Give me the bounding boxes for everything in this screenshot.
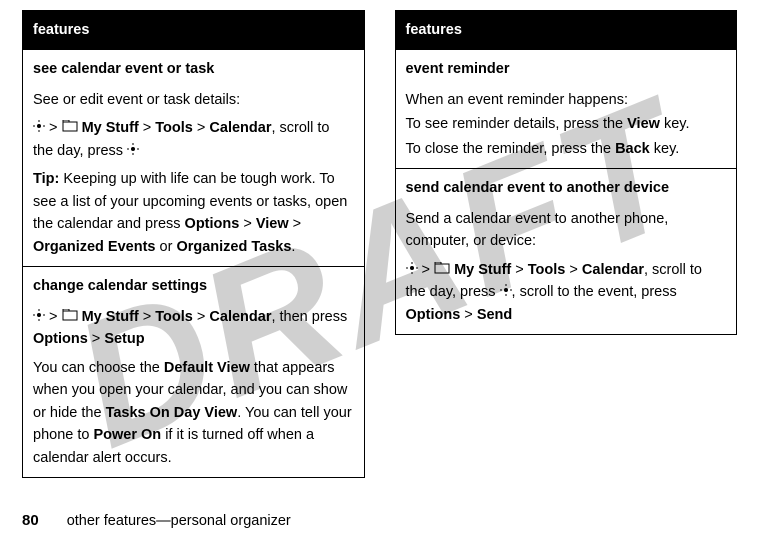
- nav-calendar: Calendar: [209, 309, 271, 325]
- body-text: See or edit event or task details:: [33, 89, 354, 111]
- right-column: features event reminder When an event re…: [395, 10, 738, 478]
- line2-post: key.: [660, 116, 690, 132]
- nav-text: >: [511, 262, 528, 278]
- nav-tools: Tools: [155, 120, 193, 136]
- body-text: To close the reminder, press the Back ke…: [406, 138, 727, 160]
- footer-text: other features—personal organizer: [67, 513, 291, 529]
- body-text: To see reminder details, press the View …: [406, 113, 727, 135]
- line3-pre: To close the reminder, press the: [406, 141, 616, 157]
- tip-org-tasks: Organized Tasks: [176, 239, 291, 255]
- tip-label: Tip:: [33, 171, 59, 187]
- nav-tools: Tools: [155, 309, 193, 325]
- nav-mystuff: My Stuff: [82, 309, 139, 325]
- nav-text: >: [88, 331, 105, 347]
- folder-icon: [62, 117, 78, 139]
- line3-key: Back: [615, 141, 650, 157]
- tip-text: Tip: Keeping up with life can be tough w…: [33, 168, 354, 258]
- left-section-1: change calendar settings > My Stuff > To…: [23, 267, 365, 478]
- center-key-icon: [500, 281, 512, 303]
- line3-post: key.: [650, 141, 680, 157]
- nav-send: Send: [477, 307, 512, 323]
- section-title: send calendar event to another device: [406, 177, 727, 199]
- body-tasks: Tasks On Day View: [106, 405, 238, 421]
- center-key-icon: [406, 259, 418, 281]
- center-key-icon: [33, 306, 45, 328]
- right-section-0: event reminder When an event reminder ha…: [395, 50, 737, 169]
- body-pre: You can choose the: [33, 360, 164, 376]
- tip-view: View: [256, 216, 289, 232]
- tip-gt: >: [289, 216, 302, 232]
- nav-text: >: [565, 262, 582, 278]
- center-key-icon: [127, 140, 139, 162]
- body-poweron: Power On: [93, 427, 161, 443]
- left-table: features see calendar event or task See …: [22, 10, 365, 478]
- nav-options: Options: [406, 307, 461, 323]
- left-section-0: see calendar event or task See or edit e…: [23, 50, 365, 267]
- left-header: features: [23, 11, 365, 50]
- line2-key: View: [627, 116, 660, 132]
- nav-path: > My Stuff > Tools > Calendar, then pres…: [33, 306, 354, 351]
- nav-options: Options: [33, 331, 88, 347]
- right-header: features: [395, 11, 737, 50]
- tip-options: Options: [185, 216, 240, 232]
- content-columns: features see calendar event or task See …: [22, 10, 737, 478]
- page-number: 80: [22, 512, 39, 529]
- line2-pre: To see reminder details, press the: [406, 116, 628, 132]
- nav-text: >: [193, 309, 210, 325]
- folder-icon: [62, 306, 78, 328]
- nav-tools: Tools: [528, 262, 566, 278]
- folder-icon: [434, 259, 450, 281]
- nav-text: >: [418, 262, 435, 278]
- nav-calendar: Calendar: [209, 120, 271, 136]
- nav-path: > My Stuff > Tools > Calendar , scroll to…: [406, 259, 727, 327]
- tip-period: .: [291, 239, 295, 255]
- nav-text: >: [193, 120, 210, 136]
- nav-mystuff: My Stuff: [454, 262, 511, 278]
- nav-text: , scroll to the event, press: [512, 284, 677, 300]
- nav-text: , then press: [271, 309, 347, 325]
- right-table: features event reminder When an event re…: [395, 10, 738, 335]
- section-title: change calendar settings: [33, 275, 354, 297]
- body-text: When an event reminder happens:: [406, 89, 727, 111]
- nav-text: >: [45, 120, 62, 136]
- left-column: features see calendar event or task See …: [22, 10, 365, 478]
- nav-text: >: [139, 309, 156, 325]
- nav-text: >: [460, 307, 477, 323]
- page-footer: 80 other features—personal organizer: [22, 512, 291, 529]
- nav-text: >: [45, 309, 62, 325]
- tip-org-events: Organized Events: [33, 239, 155, 255]
- nav-mystuff: My Stuff: [82, 120, 139, 136]
- section-title: event reminder: [406, 58, 727, 80]
- nav-path: > My Stuff > Tools > Calendar, scroll to…: [33, 117, 354, 162]
- body-text: Send a calendar event to another phone, …: [406, 208, 727, 253]
- center-key-icon: [33, 117, 45, 139]
- body-text: You can choose the Default View that app…: [33, 357, 354, 469]
- nav-text: >: [139, 120, 156, 136]
- nav-calendar: Calendar: [582, 262, 644, 278]
- right-section-1: send calendar event to another device Se…: [395, 169, 737, 335]
- tip-gt: >: [239, 216, 256, 232]
- body-defview: Default View: [164, 360, 250, 376]
- tip-or: or: [155, 239, 176, 255]
- section-title: see calendar event or task: [33, 58, 354, 80]
- nav-setup: Setup: [104, 331, 144, 347]
